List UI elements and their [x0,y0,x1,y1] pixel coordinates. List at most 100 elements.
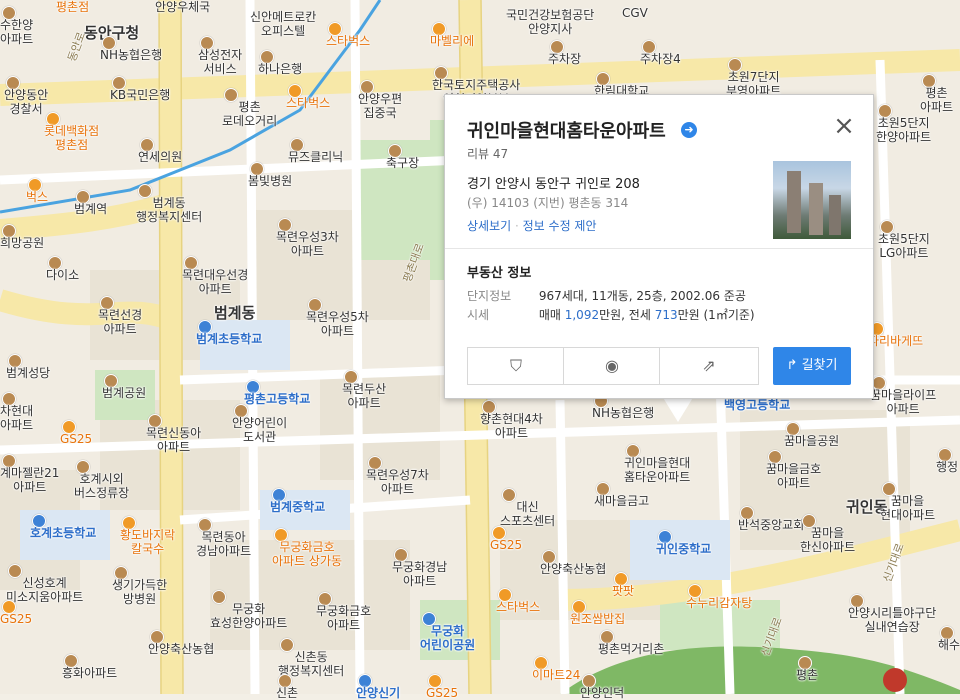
map-label[interactable]: CGV [622,6,648,20]
map-label[interactable]: 평촌 로데오거리 [222,100,277,128]
map-label[interactable]: 해수 [938,638,960,652]
map-label[interactable]: GS25 [490,538,522,552]
map-label[interactable]: NH농협은행 [592,406,654,420]
map-label[interactable]: 신촌 [276,686,298,700]
route-button[interactable]: ↱ 길찾기 [773,347,851,385]
map-label[interactable]: 수한양 아파트 [0,18,33,46]
map-label[interactable]: 초원5단지 LG아파트 [878,232,930,260]
map-label[interactable]: 안양인덕 [580,686,624,700]
map-label[interactable]: 목련우성7차 아파트 [366,468,429,496]
map-label[interactable]: 스타벅스 [286,96,330,110]
map-label[interactable]: 스타벅스 [496,600,540,614]
map-label[interactable]: 롯데백화점 평촌점 [44,124,99,152]
map-label[interactable]: 안양신기 [356,686,400,700]
map-label[interactable]: 무궁화 어린이공원 [420,624,475,652]
map-label[interactable]: 흥화아파트 [62,666,117,680]
map-label[interactable]: 뮤즈클리닉 [288,150,343,164]
review-count[interactable]: 리뷰 47 [467,145,508,162]
map-label[interactable]: 목련두산 아파트 [342,382,386,410]
map-label[interactable]: 무궁화 효성한양아파트 [210,602,287,630]
map-label[interactable]: 범계동 [214,306,255,321]
map-label[interactable]: 신성호계 미소지움아파트 [6,576,83,604]
map-label[interactable]: 반석중앙교회 [738,518,804,532]
map-label[interactable]: 안양축산농협 [540,562,606,576]
map-label[interactable]: 행정 [936,460,958,474]
map-label[interactable]: 범계성당 [6,366,50,380]
map-label[interactable]: 봄빛병원 [248,174,292,188]
map-label[interactable]: 계마젤란21 아파트 [0,466,59,494]
map-label[interactable]: 마벨리에 [430,34,474,48]
map-label[interactable]: 안양축산농협 [148,642,214,656]
map-label[interactable]: 이마트24 [532,668,580,682]
map-label[interactable]: 차현대 아파트 [0,404,33,432]
map-label[interactable]: 신안메트로칸 오피스텔 [250,10,316,38]
map-label[interactable]: 꿈마을금호 아파트 [766,462,821,490]
map-label[interactable]: 황도바지락 칼국수 [120,528,175,556]
map-label[interactable]: 새마을금고 [594,494,649,508]
map-label[interactable]: 범계동 행정복지센터 [136,196,202,224]
map-label[interactable]: 주차장 [548,52,581,66]
map-label[interactable]: 범계공원 [102,386,146,400]
map-label[interactable]: GS25 [426,686,458,700]
map-label[interactable]: 평촌점 [56,0,89,14]
map-label[interactable]: 평촌고등학교 [244,392,310,406]
place-photo[interactable] [773,161,851,239]
map-label[interactable]: 꿈마을공원 [784,434,839,448]
map-label[interactable]: GS25 [0,612,32,626]
map-label[interactable]: 무궁화경남 아파트 [392,560,447,588]
map-label[interactable]: 범계초등학교 [196,332,262,346]
map-label[interactable]: 원조쌈밥집 [570,612,625,626]
arrow-right-circle-icon[interactable]: ➜ [681,122,697,138]
map-label[interactable]: 평촌먹거리촌 [598,642,664,656]
map-label[interactable]: 스타벅스 [326,34,370,48]
place-title[interactable]: 귀인마을현대홈타운아파트 [467,117,666,143]
map-label[interactable]: 목련선경 아파트 [98,308,142,336]
map-label[interactable]: 파리바게뜨 [868,334,923,348]
map-label[interactable]: 하나은행 [258,62,302,76]
map-label[interactable]: 범계역 [74,202,107,216]
map-label[interactable]: 안양동안 경찰서 [4,88,48,116]
map-label[interactable]: 꿈마을 한신아파트 [800,526,855,554]
map-label[interactable]: 무궁화금호 아파트 [316,604,371,632]
map-label[interactable]: 안양우편 집중국 [358,92,402,120]
map-label[interactable]: 귀인마을현대 홈타운아파트 [624,456,690,484]
map-label[interactable]: 평촌 [796,668,818,682]
share-button[interactable]: ⇗ [659,347,759,385]
detail-link[interactable]: 상세보기 [467,219,511,233]
map-label[interactable]: 안양우체국 [155,0,210,14]
map-label[interactable]: 귀인중학교 [656,542,711,556]
map-label[interactable]: 벅스 [26,190,48,204]
map-label[interactable]: 호계초등학교 [30,526,96,540]
map-label[interactable]: 목련신동아 아파트 [146,426,201,454]
map-label[interactable]: 범계중학교 [270,500,325,514]
map-label[interactable]: 백영고등학교 [724,398,790,412]
map-label[interactable]: 꿈마을 현대아파트 [880,494,935,522]
map-label[interactable]: 팟팟 [612,584,634,598]
map-label[interactable]: 향촌현대4차 아파트 [480,412,543,440]
map-label[interactable]: 국민건강보험공단 안양지사 [506,8,594,36]
map-label[interactable]: 호계시외 버스정류장 [74,472,129,500]
map-label[interactable]: GS25 [60,432,92,446]
map-label[interactable]: 축구장 [386,156,419,170]
map-label[interactable]: 다이소 [46,268,79,282]
map-label[interactable]: 수누리감자탕 [686,596,752,610]
map-label[interactable]: 희망공원 [0,236,44,250]
map-label[interactable]: 목련대우선경 아파트 [182,268,248,296]
map-label[interactable]: 주차장4 [640,52,681,66]
map-label[interactable]: 안양시리틀야구단 실내연습장 [848,606,936,634]
map-label[interactable]: KB국민은행 [110,88,170,102]
map-label[interactable]: 대신 스포츠센터 [500,500,555,528]
map-label[interactable]: 연세의원 [138,150,182,164]
map-label[interactable]: 초원5단지 한양아파트 [876,116,931,144]
map-label[interactable]: 평촌 아파트 [920,86,953,114]
map-label[interactable]: 무궁화금호 아파트 상가동 [272,540,342,568]
map-label[interactable]: 목련동아 경남아파트 [196,530,251,558]
edit-suggest-link[interactable]: 정보 수정 제안 [523,219,597,233]
map-label[interactable]: 안양어린이 도서관 [232,416,287,444]
map-label[interactable]: 목련우성5차 아파트 [306,310,369,338]
map-label[interactable]: 삼성전자 서비스 [198,48,242,76]
close-icon[interactable]: × [833,113,855,139]
bookmark-button[interactable]: ⛉ [467,347,565,385]
map-label[interactable]: 생기가득한 방병원 [112,578,167,606]
location-button[interactable]: ◉ [563,347,661,385]
